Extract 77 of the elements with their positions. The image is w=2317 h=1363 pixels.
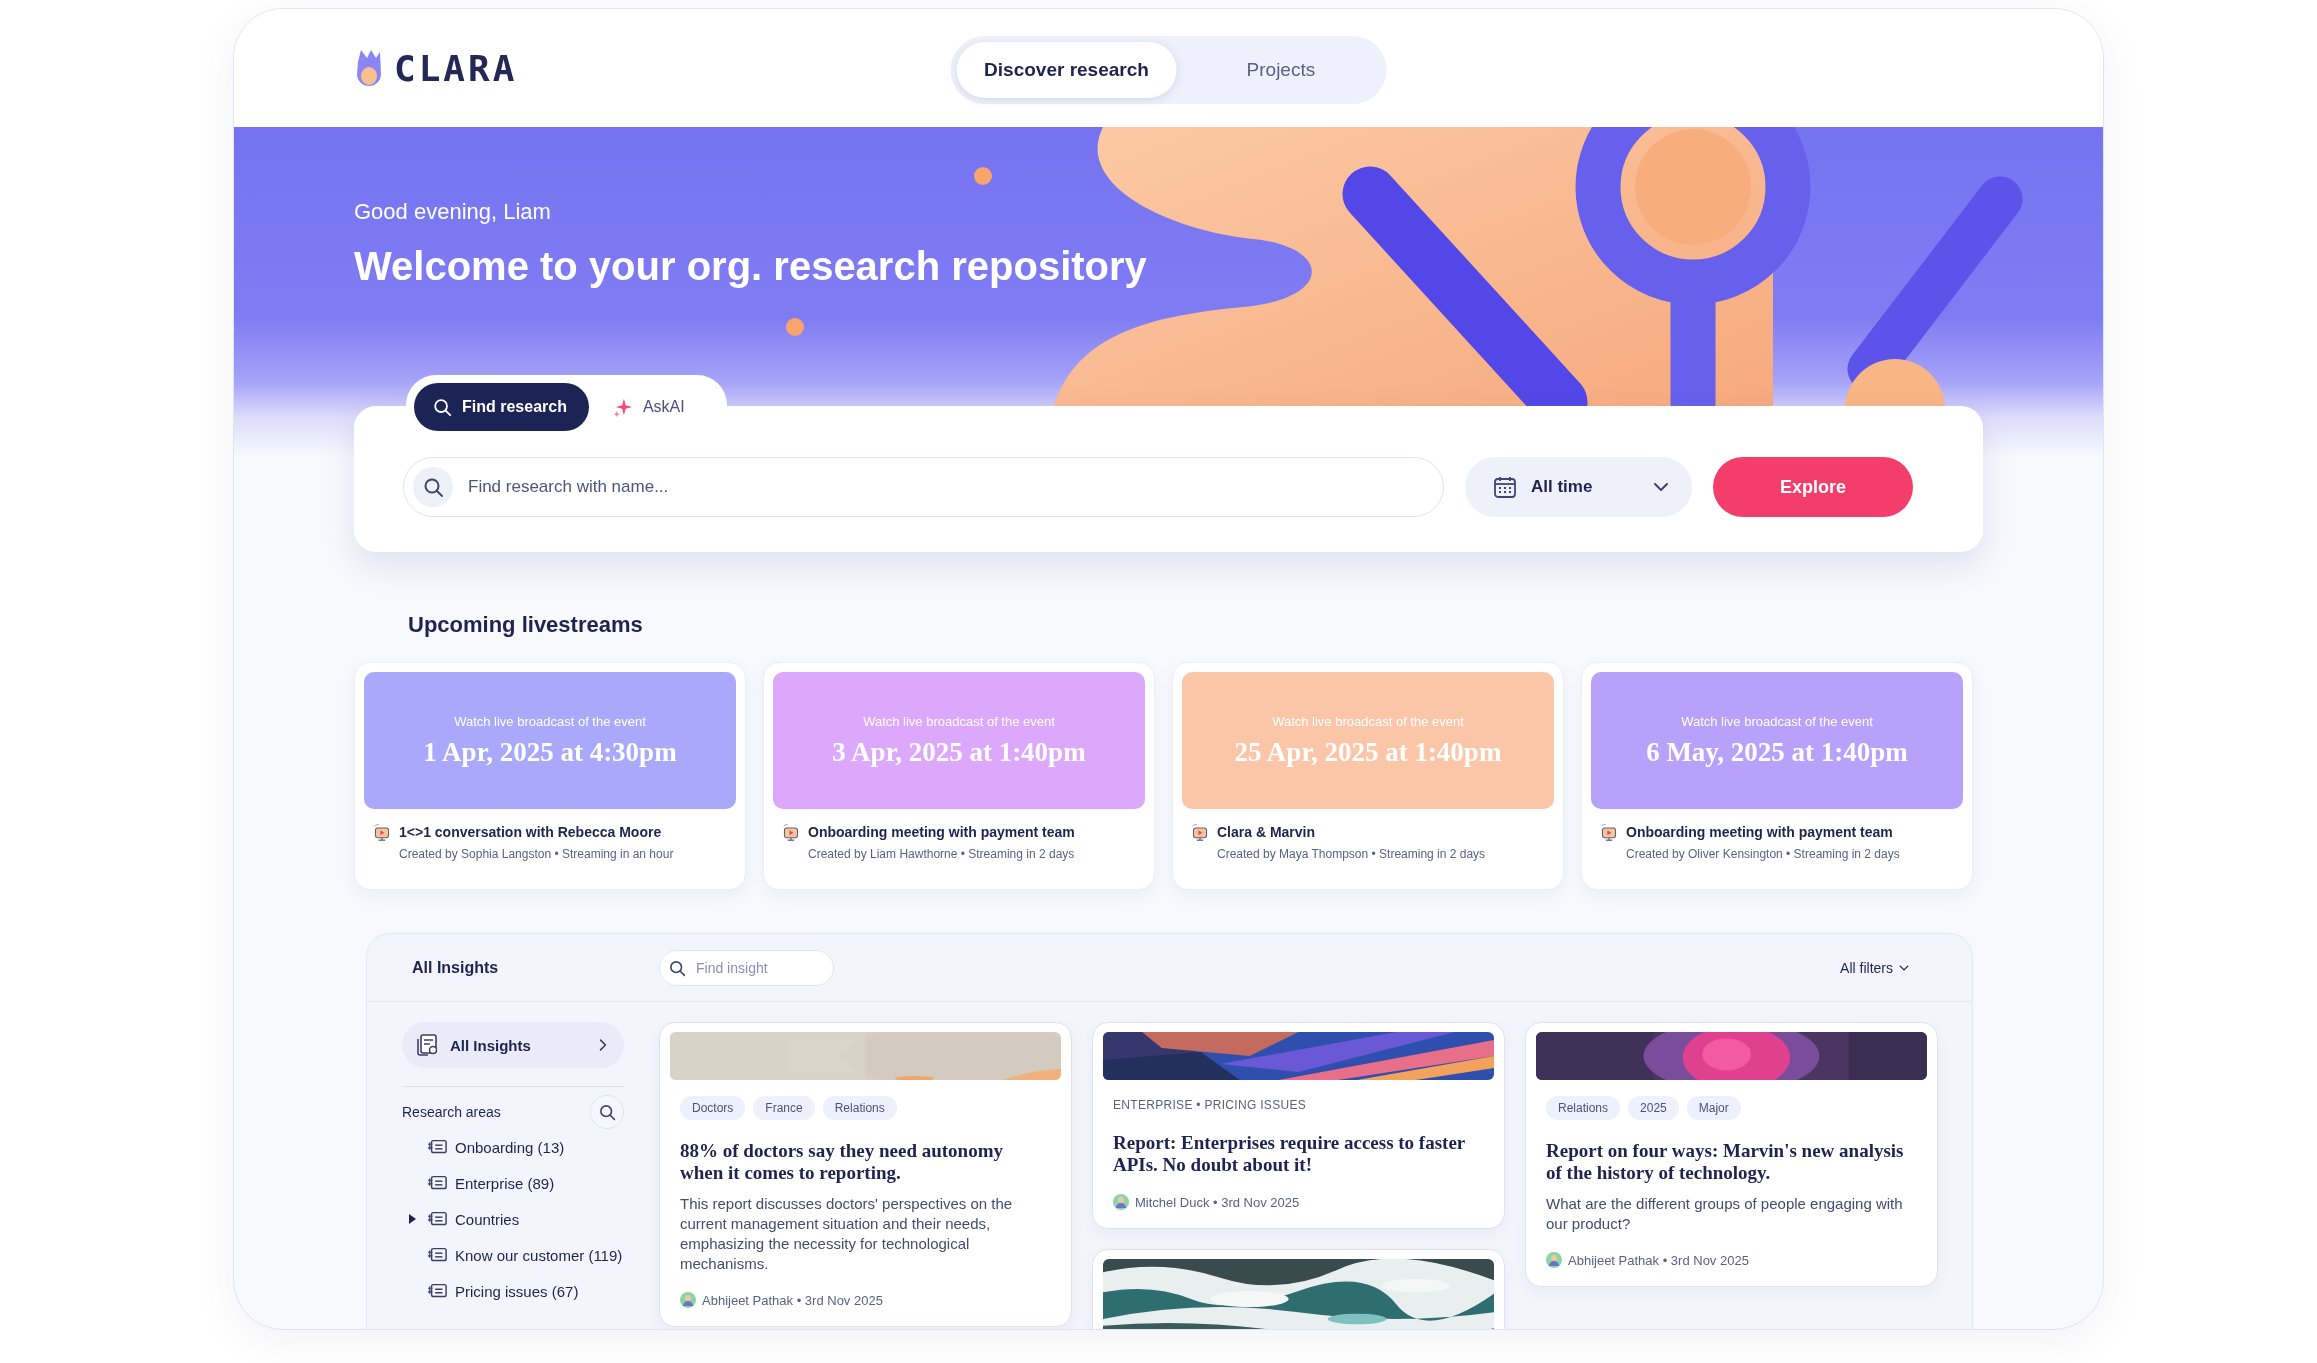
livestream-title: Onboarding meeting with payment team <box>808 824 1075 840</box>
livestream-meta: Created by Maya Thompson • Streaming in 2 days <box>1217 847 1487 861</box>
broadcast-date: 25 Apr, 2025 at 1:40pm <box>1234 736 1502 768</box>
livestream-title: 1<>1 conversation with Rebecca Moore <box>399 824 662 840</box>
byline: Mitchel Duck • 3rd Nov 2025 <box>1135 1194 1300 1210</box>
greeting: Good evening, Liam <box>354 198 552 226</box>
insight-title: 88% of doctors say they need autonomy when it comes to reporting. <box>680 1140 1004 1184</box>
tv-icon <box>1191 823 1209 841</box>
banner-caption: Watch live broadcast of the event <box>1681 713 1873 729</box>
all-insights-button[interactable]: All Insights <box>402 1022 624 1068</box>
tag: Major <box>1686 1096 1741 1120</box>
sparkle-icon <box>612 397 633 417</box>
livestream-meta: Created by Liam Hawthorne • Streaming in 2 days <box>808 847 1076 861</box>
date-range-dropdown[interactable]: All time <box>1465 457 1692 517</box>
explore-button[interactable]: Explore <box>1713 457 1913 517</box>
search-icon <box>432 397 452 417</box>
byline: Abhijeet Pathak • 3rd Nov 2025 <box>1568 1252 1749 1268</box>
search-button[interactable] <box>590 1095 624 1129</box>
tag: Relations <box>822 1096 897 1120</box>
tv-icon <box>782 823 800 841</box>
panel-title: All Insights <box>411 958 500 977</box>
insight-search-field[interactable]: Find insight <box>659 949 834 986</box>
livestream-meta: Created by Sophia Langston • Streaming in an hour <box>399 847 675 861</box>
insight-title: Report: Enterprises require access to faster APIs. No doubt about it! <box>1113 1132 1466 1176</box>
search-mode-tab[interactable]: AskAI <box>594 383 707 431</box>
nav-tab[interactable]: Discover research <box>956 42 1177 98</box>
caret-icon[interactable] <box>407 1214 417 1224</box>
calendar-icon <box>1493 475 1517 499</box>
livestream-card[interactable]: Watch live broadcast of the event 1 Apr, 2025 at 4:30pm 1<>1 conversation with Rebecca Moore Created by Sophia Langston • Streaming in an hour <box>354 662 746 890</box>
livestream-title: Clara & Marvin <box>1217 824 1316 840</box>
nav-tab[interactable]: Projects <box>1180 42 1381 98</box>
livestream-card[interactable]: Watch live broadcast of the event 3 Apr, 2025 at 1:40pm Onboarding meeting with payment team Created by Liam Hawthorne • Streaming in 2 days <box>763 662 1155 890</box>
livestream-card[interactable]: Watch live broadcast of the event 6 May, 2025 at 1:40pm Onboarding meeting with payment team Created by Oliver Kensington • Streaming in 2 days <box>1581 662 1973 890</box>
livestream-title: Onboarding meeting with payment team <box>1626 824 1893 840</box>
research-area-item[interactable]: Know our customer (119) <box>455 1246 623 1264</box>
tag: Doctors <box>680 1096 746 1120</box>
section-title: Upcoming livestreams <box>408 611 644 639</box>
research-area-item[interactable]: Enterprise (89) <box>455 1174 555 1192</box>
page-title: Welcome to your org. research repository <box>354 243 1148 290</box>
broadcast-date: 6 May, 2025 at 1:40pm <box>1646 736 1908 768</box>
search-mode-tab[interactable]: Find research <box>414 383 589 431</box>
flame-icon <box>354 48 384 88</box>
insight-summary: What are the different groups of people engaging with our product? <box>1546 1194 1904 1234</box>
brand-name: CLARA <box>394 47 518 89</box>
tag: Relations <box>1546 1096 1621 1120</box>
insight-card[interactable] <box>1092 1249 1505 1329</box>
category-label: ENTERPRISE • PRICING ISSUES <box>1113 1098 1307 1112</box>
insight-card[interactable]: Relations 2025 Major Report on four ways: Marvin's new analysis of the history of technology. What are the different groups of people engaging with our product? Abhijeet Pathak • 3rd Nov 2025 <box>1525 1022 1938 1287</box>
section-label: Research areas <box>402 1104 501 1120</box>
avatar-icon <box>680 1292 696 1308</box>
research-area-item[interactable]: Countries <box>455 1210 520 1228</box>
tv-icon <box>373 823 391 841</box>
search-field[interactable]: Find research with name... <box>403 457 1444 517</box>
insight-card[interactable]: ENTERPRISE • PRICING ISSUES Report: Enterprises require access to faster APIs. No doubt about it! Mitchel Duck • 3rd Nov 2025 <box>1092 1022 1505 1229</box>
broadcast-date: 3 Apr, 2025 at 1:40pm <box>832 736 1086 768</box>
tag: 2025 <box>1628 1096 1679 1120</box>
tag: France <box>753 1096 815 1120</box>
avatar-icon <box>1113 1194 1129 1210</box>
livestream-meta: Created by Oliver Kensington • Streaming in 2 days <box>1626 847 1901 861</box>
insight-card[interactable] <box>659 1022 1072 1327</box>
byline: Abhijeet Pathak • 3rd Nov 2025 <box>702 1292 883 1308</box>
search-icon <box>422 476 444 498</box>
filters-dropdown[interactable]: All filters <box>1834 958 1917 977</box>
document-icon <box>416 1033 440 1057</box>
research-area-item[interactable]: Pricing issues (67) <box>455 1282 579 1300</box>
insight-title: Report on four ways: Marvin's new analysis of the history of technology. <box>1546 1140 1905 1184</box>
research-area-item[interactable]: Onboarding (13) <box>455 1138 565 1156</box>
search-icon <box>668 958 686 977</box>
banner-caption: Watch live broadcast of the event <box>863 713 1055 729</box>
livestream-card[interactable]: Watch live broadcast of the event 25 Apr, 2025 at 1:40pm Clara & Marvin Created by Maya Thompson • Streaming in 2 days <box>1172 662 1564 890</box>
broadcast-date: 1 Apr, 2025 at 4:30pm <box>423 736 677 768</box>
insight-summary: This report discusses doctors' perspectives on the current management situation and their needs, emphasizing the necessity for technological mechanisms. <box>680 1194 1014 1274</box>
search-icon <box>598 1103 616 1121</box>
banner-caption: Watch live broadcast of the event <box>454 713 646 729</box>
banner-caption: Watch live broadcast of the event <box>1272 713 1464 729</box>
tv-icon <box>1600 823 1618 841</box>
avatar-icon <box>1546 1252 1562 1268</box>
